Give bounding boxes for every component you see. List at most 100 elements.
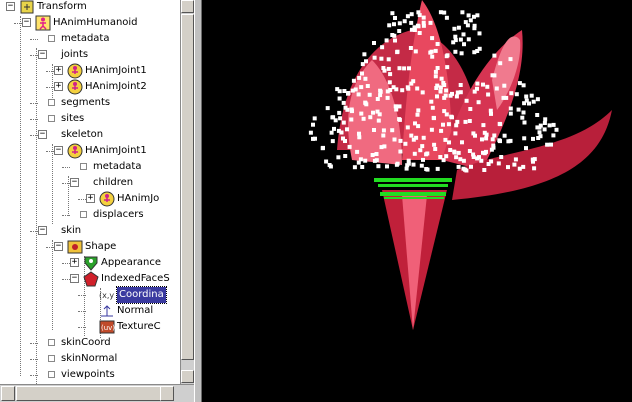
tree-node[interactable]: − children [0,175,180,191]
tree-node[interactable]: − HAnimJoint1 [0,143,180,159]
point-marker [433,69,438,74]
tree-node[interactable]: metadata [0,31,180,47]
appearance-icon [83,255,99,271]
point-marker [469,164,473,169]
point-marker [349,117,354,122]
tree-node[interactable]: − skin [0,223,180,239]
point-marker [475,49,480,53]
point-marker [417,13,422,18]
tree-node-label[interactable]: Shape [85,239,116,255]
point-marker [357,75,362,80]
point-marker [359,111,364,116]
tree-node[interactable]: − IndexedFaceS [0,271,180,287]
collapse-icon[interactable]: − [6,2,15,11]
point-marker [479,158,484,163]
tree-node-label[interactable]: metadata [93,159,141,175]
tree-node-label[interactable]: TextureC [117,319,161,335]
expand-icon[interactable]: + [86,194,95,203]
3d-viewport[interactable] [202,0,632,402]
horizontal-scrollbar[interactable] [0,384,194,402]
tree-node-label[interactable]: Appearance [101,255,161,271]
collapse-icon[interactable]: − [38,226,47,235]
tree-node-label[interactable]: skinCoord [61,335,111,351]
tree-node[interactable]: viewpoints [0,367,180,383]
horizontal-scroll-thumb[interactable] [16,386,166,401]
collapse-icon[interactable]: − [54,146,63,155]
tree-node-label[interactable]: displacers [93,207,144,223]
tree-node-label[interactable]: Coordina [116,286,167,304]
scene-tree-panel[interactable]: − Transform − HAnimHumanoid metadata − joints +… [0,0,180,384]
tree-node-label[interactable]: skin [61,223,81,239]
collapse-icon[interactable]: − [70,274,79,283]
point-marker [460,140,464,145]
scroll-left-arrow-icon[interactable] [1,386,15,401]
tree-node-label[interactable]: HAnimHumanoid [53,15,138,31]
tree-node-label[interactable]: joints [61,47,88,63]
expand-icon[interactable]: + [54,82,63,91]
tree-node[interactable]: metadata [0,159,180,175]
tree-node-label[interactable]: Normal [117,303,153,319]
tree-node-label[interactable]: segments [61,95,110,111]
point-marker [453,49,458,54]
collapse-icon[interactable]: − [54,242,63,251]
point-marker [392,22,396,27]
collapse-icon[interactable]: − [70,178,79,187]
tree-node[interactable]: − skeleton [0,127,180,143]
tree-node[interactable]: − joints [0,47,180,63]
collapse-icon[interactable]: − [38,130,47,139]
tree-node[interactable]: + HAnimJoint1 [0,63,180,79]
panel-splitter[interactable] [194,0,202,402]
point-marker [434,86,439,90]
tree-node-label[interactable]: sites [61,111,84,127]
point-marker [385,89,390,94]
tree-node-label[interactable]: Transform [37,0,87,15]
tree-node[interactable]: skinCoord [0,335,180,351]
tree-node-label[interactable]: metadata [61,31,109,47]
scroll-right-arrow-icon[interactable] [160,386,174,401]
expand-icon[interactable]: + [54,66,63,75]
tree-node[interactable]: − Shape [0,239,180,255]
field-node-icon [48,35,55,42]
collapse-icon[interactable]: − [38,50,47,59]
tree-node[interactable]: − Transform [0,0,180,15]
tree-connector [30,55,38,56]
tree-node[interactable]: skinNormal [0,351,180,367]
tree-node-label[interactable]: HAnimJo [117,191,159,207]
point-marker [397,29,402,33]
scroll-up-arrow-icon[interactable] [181,0,194,13]
point-marker [444,15,449,20]
point-marker [517,81,522,86]
scroll-down-arrow-icon[interactable] [181,370,194,383]
tree-node[interactable]: displacers [0,207,180,223]
tree-node[interactable]: + HAnimJo [0,191,180,207]
tree-node[interactable]: + HAnimJoint2 [0,79,180,95]
point-marker [416,108,421,113]
tree-node-label[interactable]: IndexedFaceS [101,271,170,287]
tree-node[interactable]: (uv) TextureC [0,319,180,335]
vertical-scroll-thumb[interactable] [181,14,194,360]
tree-node-label[interactable]: children [93,175,133,191]
vertical-scrollbar[interactable] [180,0,194,384]
tree-node-label[interactable]: HAnimJoint2 [85,79,147,95]
point-marker [376,164,381,169]
point-marker [395,161,400,166]
tree-node-label[interactable]: viewpoints [61,367,115,383]
tree-node-label[interactable]: skinNormal [61,351,117,367]
point-marker [477,31,482,36]
tree-node[interactable]: + Appearance [0,255,180,271]
tree-node[interactable]: (x,y)Coordina [0,286,180,304]
tree-node[interactable]: sites [0,111,180,127]
tree-node-label[interactable]: HAnimJoint1 [85,63,147,79]
tree-node[interactable]: Normal [0,303,180,319]
tree-node[interactable]: − HAnimHumanoid [0,15,180,31]
field-node-icon [48,355,55,362]
point-marker [475,86,479,91]
tree-node[interactable]: segments [0,95,180,111]
tree-node-label[interactable]: HAnimJoint1 [85,143,147,159]
tree-node-label[interactable]: skeleton [61,127,103,143]
point-marker [466,13,471,18]
collapse-icon[interactable]: − [22,18,31,27]
point-marker [468,107,473,111]
flower-model[interactable] [202,0,632,402]
expand-icon[interactable]: + [70,258,79,267]
